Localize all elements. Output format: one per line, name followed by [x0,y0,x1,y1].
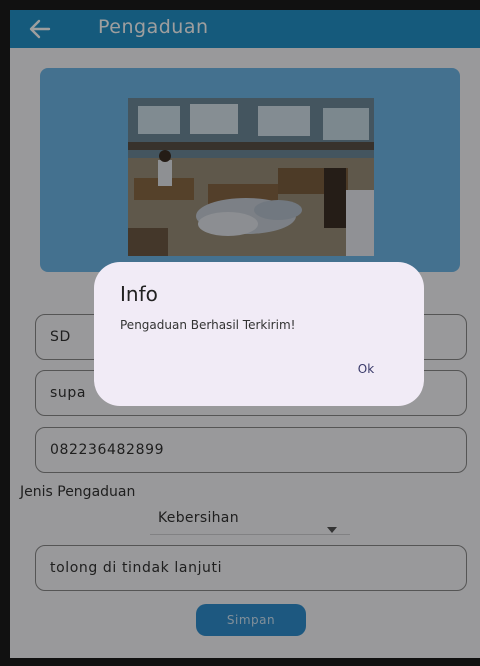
bottom-bar [0,658,480,666]
dialog-message: Pengaduan Berhasil Terkirim! [120,318,296,332]
ok-button[interactable]: Ok [338,355,394,383]
info-dialog: Info Pengaduan Berhasil Terkirim! Ok [94,262,424,406]
complaint-screen: Pengaduan SD supa 082236482899 Jenis Pen… [10,10,480,658]
dialog-title: Info [120,282,158,306]
